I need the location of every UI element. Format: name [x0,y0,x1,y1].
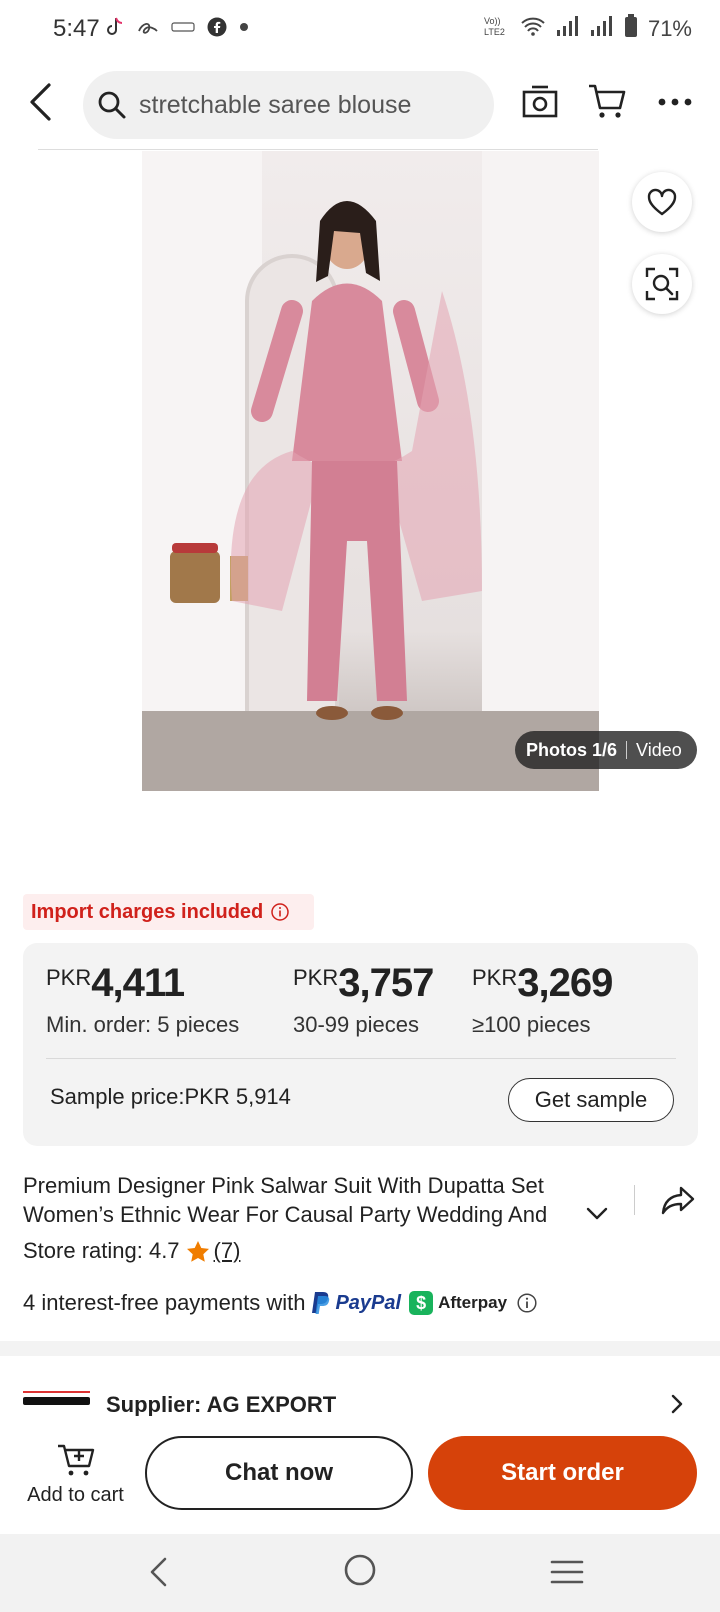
paypal-label: PayPal [335,1291,402,1314]
home-circle-icon [344,1554,376,1586]
system-recents-button[interactable] [549,1554,585,1590]
afterpay-logo: $ Afterpay [409,1291,507,1315]
back-button[interactable] [16,78,64,126]
media-divider [626,741,628,759]
expand-title-button[interactable] [585,1202,609,1226]
add-to-cart-button[interactable]: Add to cart [18,1440,133,1507]
product-title: Premium Designer Pink Salwar Suit With D… [23,1173,548,1227]
price-divider [46,1058,676,1059]
add-to-cart-label: Add to cart [27,1484,124,1506]
heart-icon [647,188,677,216]
visual-search-button[interactable] [632,254,692,314]
camera-search-button[interactable] [520,80,560,124]
notification-icons [105,16,249,38]
system-back-button[interactable] [140,1554,176,1590]
cart-icon [589,84,626,118]
installments-row[interactable]: 4 interest-free payments with PayPal $ A… [23,1290,537,1316]
price-currency: PKR [293,965,339,990]
status-time: 5:47 [53,15,100,42]
installments-text: 4 interest-free payments with [23,1290,306,1315]
chevron-down-icon [586,1207,608,1220]
price-value: 3,757 [338,961,434,1005]
back-arrow-icon [30,83,51,121]
system-home-button[interactable] [342,1552,378,1588]
bottom-action-bar: Add to cart Chat now Start order [0,1416,720,1534]
media-switcher[interactable]: Photos 1/6 Video [515,731,697,769]
price-tier: PKR 3,269 ≥100 pieces [472,961,613,1038]
price-quantity: 30-99 pieces [293,1012,419,1037]
chevron-left-icon [150,1557,167,1587]
chat-now-button[interactable]: Chat now [145,1436,413,1510]
price-currency: PKR [46,965,92,990]
status-bar: 5:47 Vo)) LTE2 71% [0,0,720,60]
battery-icon [624,14,638,43]
rating-count-link[interactable]: (7) [214,1238,241,1264]
price-value: 4,411 [91,961,185,1005]
svg-text:Vo)): Vo)) [484,16,501,26]
share-icon [661,1186,695,1215]
image-search-icon [645,267,679,301]
star-icon [186,1240,210,1263]
facebook-icon [207,17,227,37]
store-rating-label: Store rating: 4.7 [23,1238,180,1263]
supplier-row[interactable]: Supplier: AG EXPORT [0,1370,720,1416]
svg-text:LTE2: LTE2 [484,27,505,37]
section-divider [0,1341,720,1356]
top-header: stretchable saree blouse [0,66,720,146]
header-divider [38,149,598,150]
video-tab[interactable]: Video [636,740,682,761]
camera-icon [522,85,558,118]
favorite-button[interactable] [632,172,692,232]
import-charges-text: Import charges included [31,900,264,923]
signal-1-icon [556,15,580,42]
price-panel: PKR 4,411 Min. order: 5 pieces PKR 3,757… [23,943,698,1146]
share-button[interactable] [660,1182,696,1218]
paypal-logo: PayPal [311,1291,401,1315]
supplier-logo [23,1391,90,1405]
import-charges-badge: Import charges included [23,894,314,930]
info-icon[interactable] [271,903,290,921]
product-image[interactable] [142,151,599,791]
price-tier: PKR 3,757 30-99 pieces [293,961,434,1038]
signal-2-icon [590,15,614,42]
alibaba-icon [137,19,159,35]
volte-icon: Vo)) LTE2 [484,15,510,42]
search-query: stretchable saree blouse [139,90,412,119]
price-quantity: Min. order: 5 pieces [46,1012,240,1037]
title-divider [634,1185,635,1215]
tiktok-icon [105,16,125,38]
search-icon [95,88,129,122]
battery-percent: 71% [647,15,692,41]
chevron-right-icon [667,1392,687,1416]
info-icon[interactable] [517,1293,537,1313]
price-tier: PKR 4,411 Min. order: 5 pieces [46,961,239,1038]
wifi-icon [520,15,546,42]
add-cart-icon [54,1440,98,1480]
search-input[interactable]: stretchable saree blouse [83,71,494,139]
price-currency: PKR [472,965,518,990]
dollar-icon: $ [409,1291,434,1315]
dot-icon [239,22,249,32]
price-value: 3,269 [517,961,613,1005]
photos-tab[interactable]: Photos 1/6 [526,740,617,761]
store-rating: Store rating: 4.7 (7) [23,1238,240,1264]
paypal-icon [312,1292,330,1314]
more-options-button[interactable] [655,82,695,122]
system-status: Vo)) LTE2 71% [484,14,692,43]
sample-price: Sample price:PKR 5,914 [50,1084,291,1109]
afterpay-label: Afterpay [438,1293,508,1312]
more-icon [658,98,692,106]
system-navigation-bar [0,1534,720,1612]
supplier-name: Supplier: AG EXPORT [106,1392,337,1416]
start-order-button[interactable]: Start order [428,1436,697,1510]
get-sample-button[interactable]: Get sample [508,1078,674,1122]
price-quantity: ≥100 pieces [472,1012,591,1037]
menu-lines-icon [550,1560,584,1584]
cart-button[interactable] [585,78,629,124]
wemu-icon [171,20,195,34]
